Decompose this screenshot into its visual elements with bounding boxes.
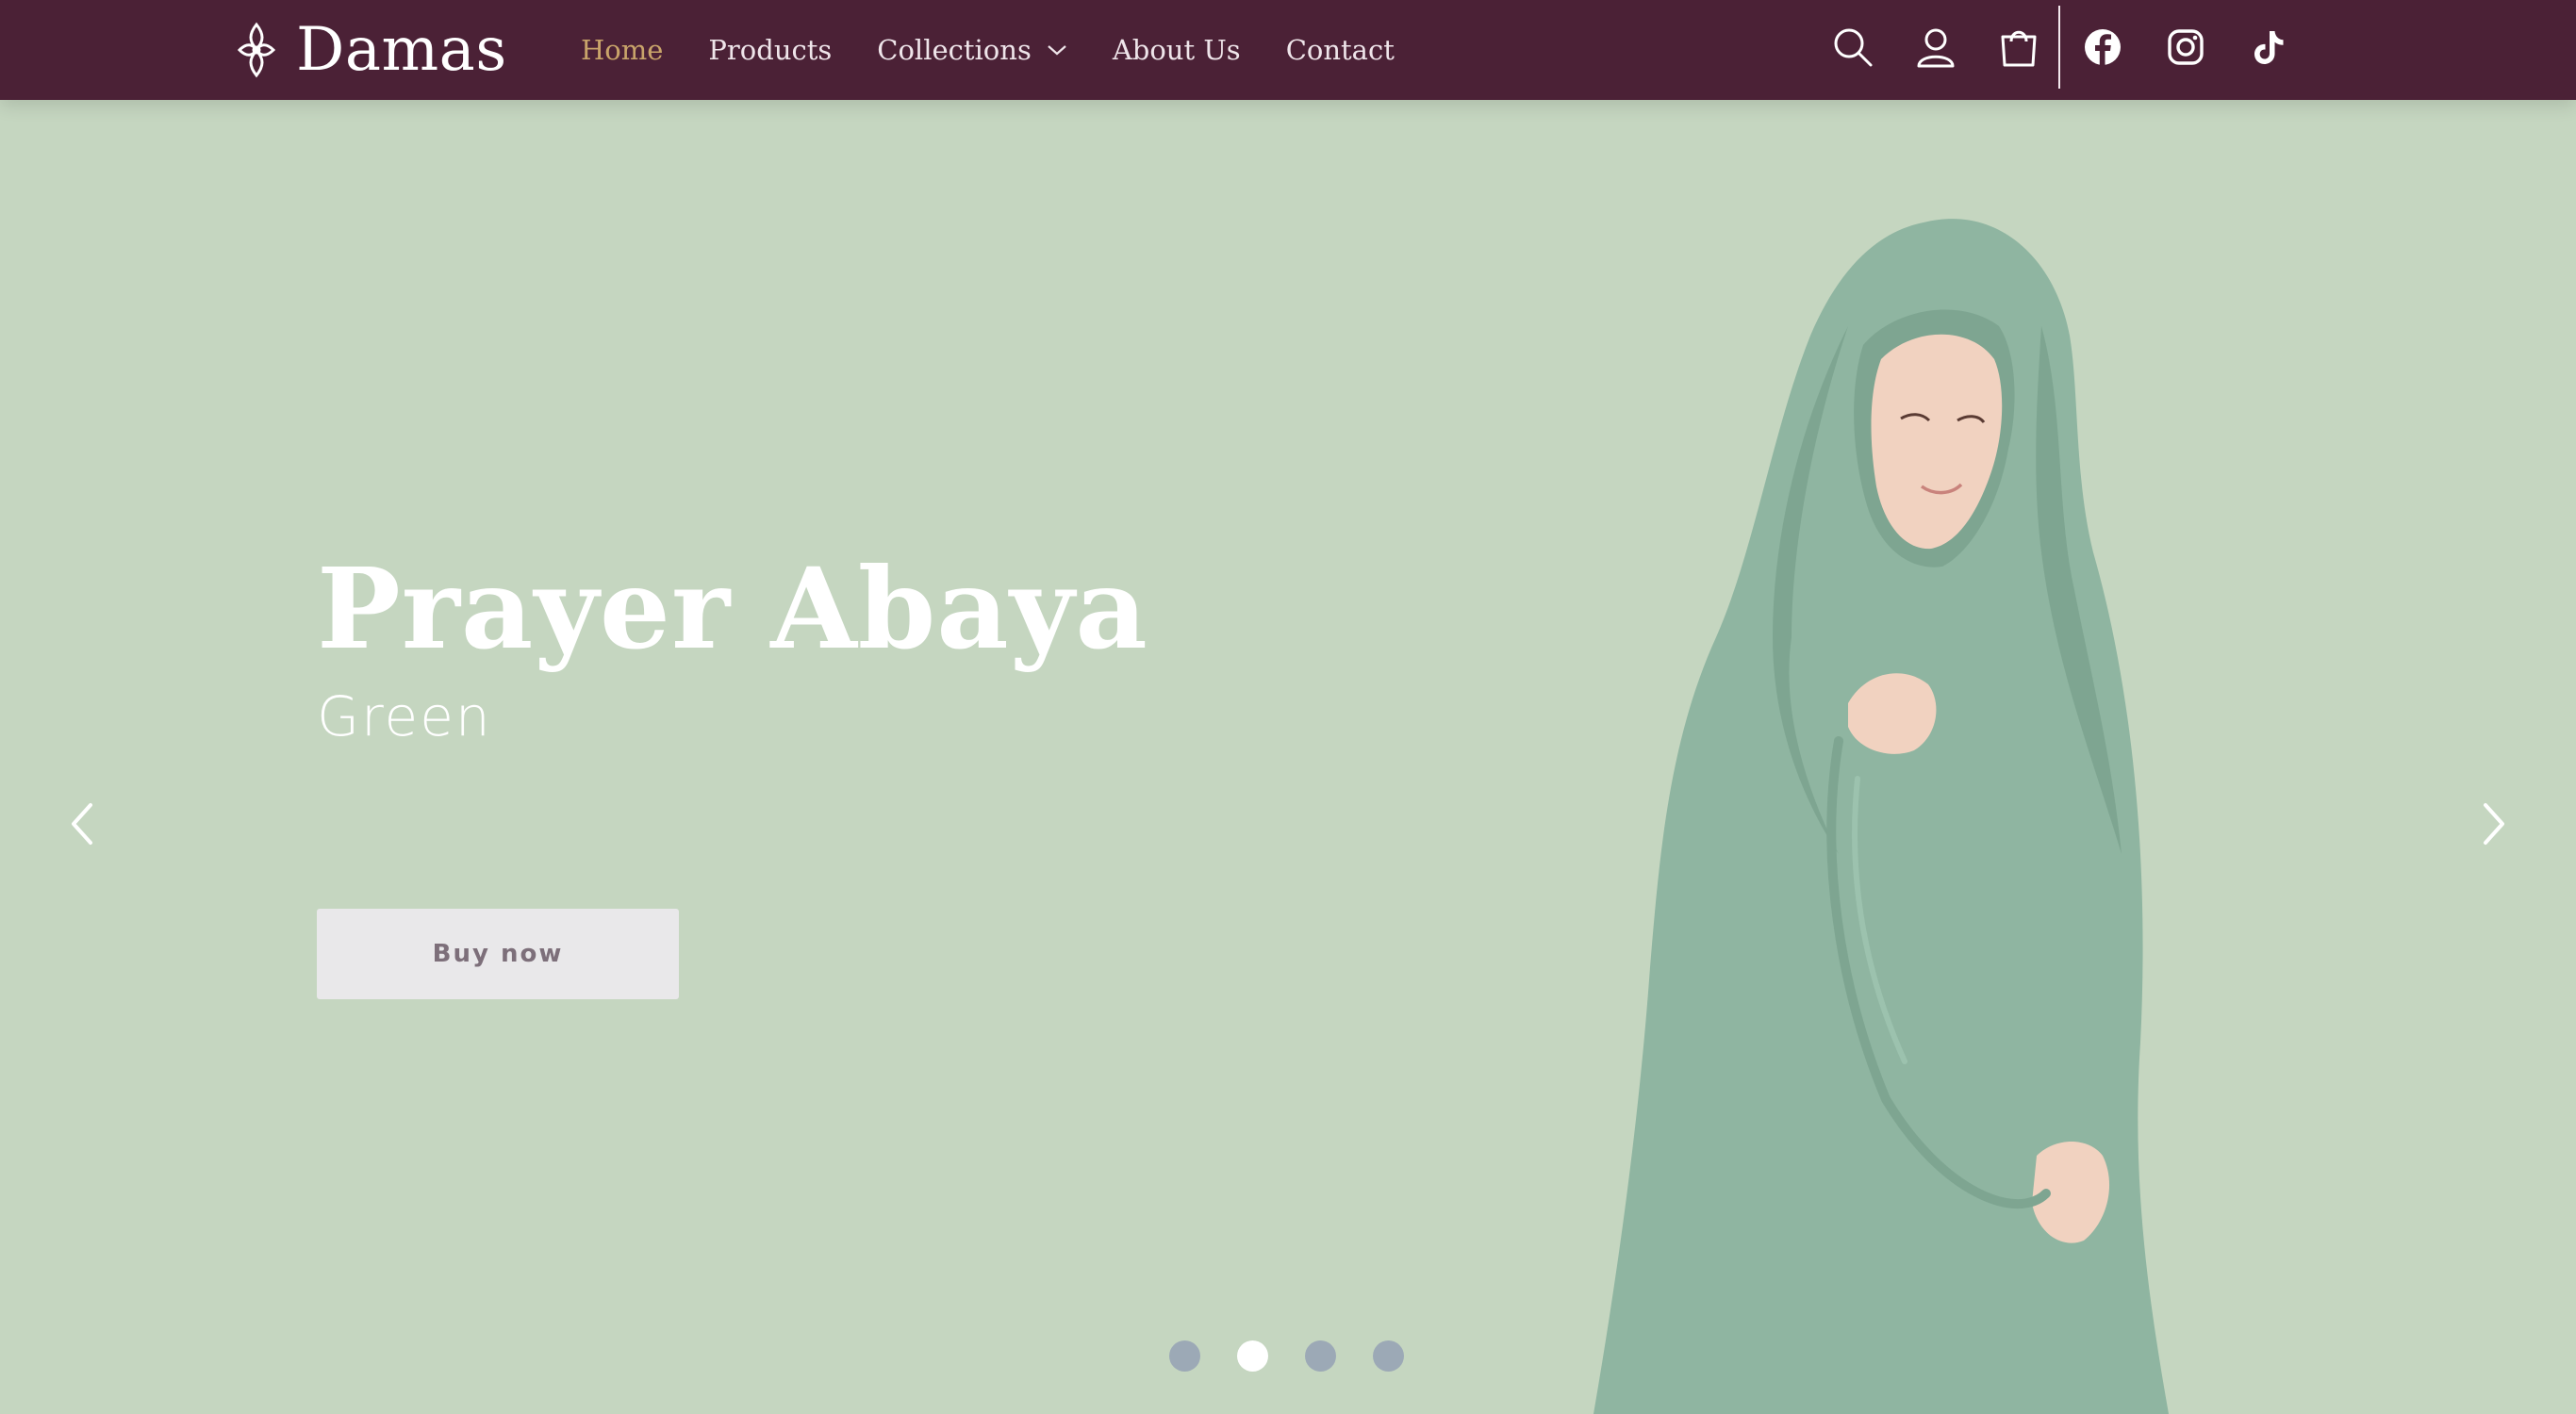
nav-contact[interactable]: Contact <box>1286 34 1395 66</box>
buy-now-button[interactable]: Buy now <box>317 909 679 999</box>
nav-collections[interactable]: Collections <box>877 34 1067 66</box>
nav-products[interactable]: Products <box>708 34 832 66</box>
slide-dot-4[interactable] <box>1373 1340 1404 1372</box>
slide-dot-3[interactable] <box>1305 1340 1336 1372</box>
next-slide-arrow[interactable] <box>2474 797 2512 850</box>
brand-name: Damas <box>296 15 507 85</box>
header-divider <box>2058 6 2060 89</box>
slide-dot-2[interactable] <box>1237 1340 1268 1372</box>
instagram-icon[interactable] <box>2164 25 2207 69</box>
brand-logo[interactable]: Damas <box>236 17 507 83</box>
tiktok-icon[interactable] <box>2247 25 2290 69</box>
hero-model-image <box>1593 219 2169 1414</box>
hero-slideshow: Prayer Abaya Green Buy now <box>0 100 2576 1414</box>
cart-icon[interactable] <box>1997 25 2040 69</box>
nav-collections-label: Collections <box>877 34 1032 66</box>
site-header: Damas Home Products Collections About Us… <box>0 0 2576 100</box>
facebook-icon[interactable] <box>2081 25 2124 69</box>
previous-slide-arrow[interactable] <box>64 797 102 850</box>
slide-dot-1[interactable] <box>1169 1340 1200 1372</box>
chevron-down-icon <box>1048 45 1066 56</box>
ornament-icon <box>237 22 276 78</box>
chevron-right-icon <box>2484 803 2504 845</box>
account-icon[interactable] <box>1914 25 1957 69</box>
hero-subtitle: Green <box>317 684 492 748</box>
nav-about-us[interactable]: About Us <box>1113 34 1241 66</box>
nav-home[interactable]: Home <box>581 34 663 66</box>
main-nav: Home Products Collections About Us Conta… <box>581 0 1440 100</box>
hero-title: Prayer Abaya <box>317 543 1148 674</box>
search-icon[interactable] <box>1831 25 1874 69</box>
chevron-left-icon <box>72 803 92 845</box>
